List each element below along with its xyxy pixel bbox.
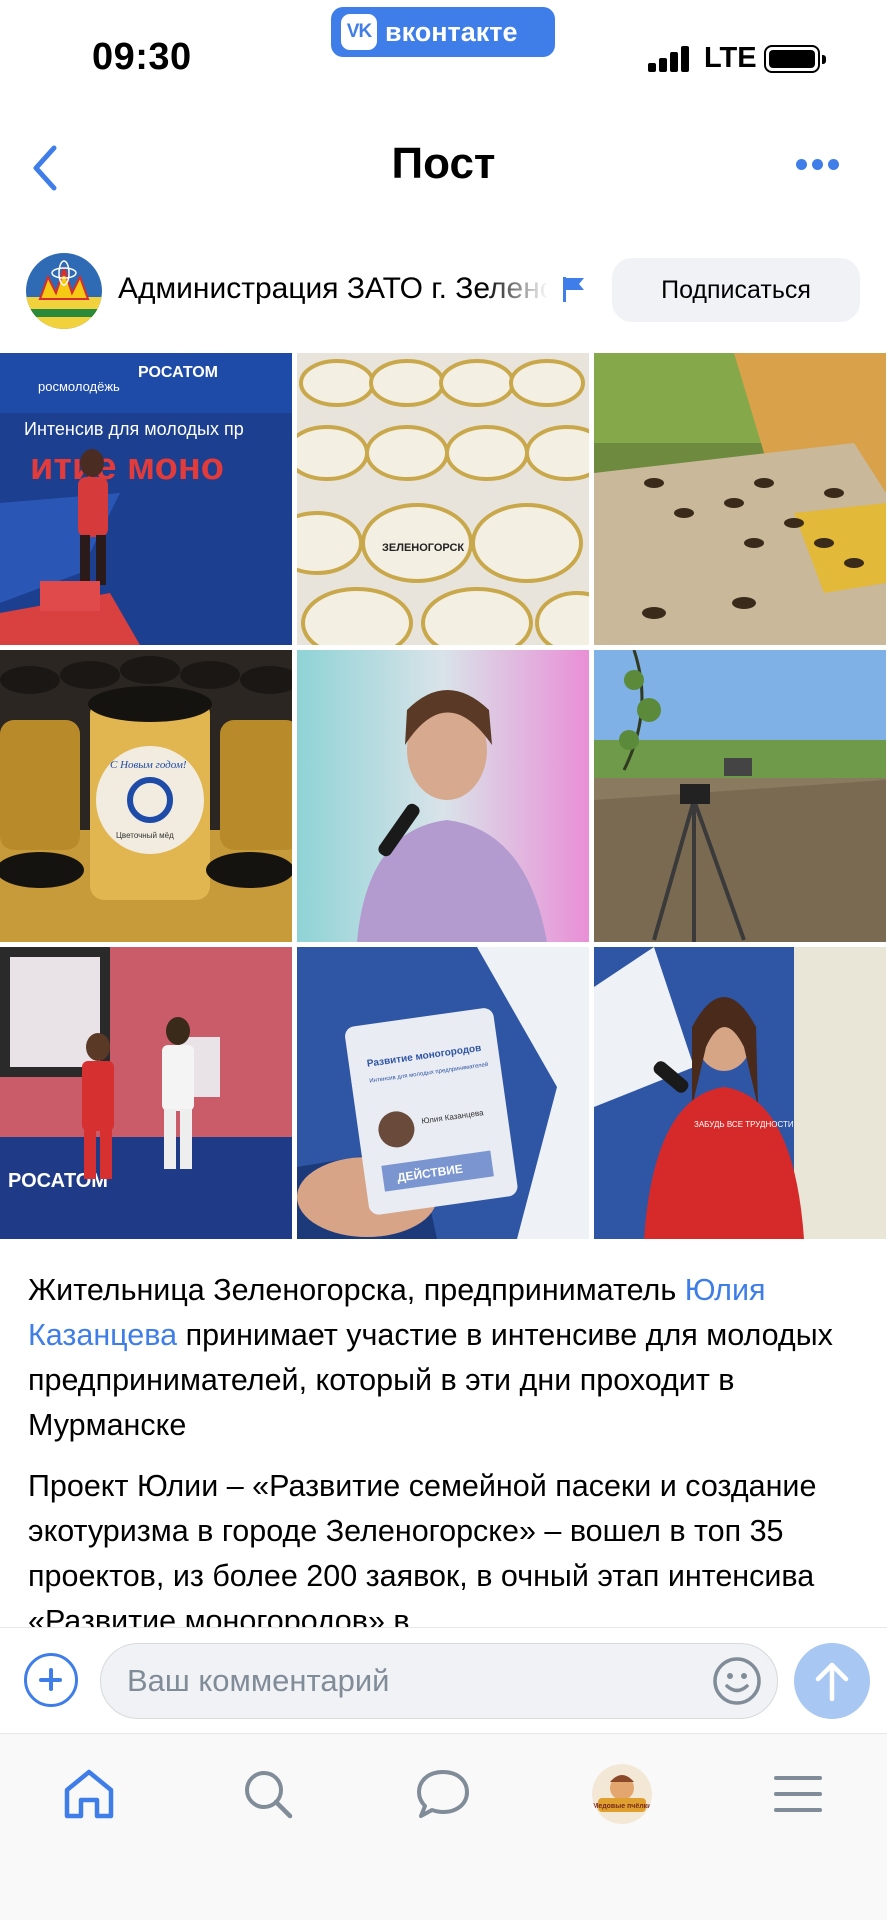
tab-bar: Медовые пчёлки: [0, 1733, 887, 1920]
photo-3[interactable]: [594, 353, 886, 645]
status-time: 09:30: [92, 36, 192, 78]
page-title: Пост: [391, 139, 496, 188]
home-icon[interactable]: [59, 1764, 119, 1824]
status-bar: 09:30 VK вконтакте LTE: [0, 0, 887, 110]
network-type: LTE: [704, 42, 757, 74]
honey-greeting: С Новым годом!: [110, 759, 187, 771]
post-text: Жительница Зеленогорска, предприниматель…: [28, 1268, 863, 1628]
banner-big-text: итие моно: [30, 446, 224, 488]
nav-bar: Пост: [0, 115, 887, 215]
photo-1[interactable]: росмолодёжь РОСАТОМ Интенсив для молодых…: [0, 353, 292, 645]
menu-icon[interactable]: [768, 1764, 828, 1824]
photo-grid: росмолодёжь РОСАТОМ Интенсив для молодых…: [0, 353, 887, 1240]
shirt-text: ЗАБУДЬ ВСЕ ТРУДНОСТИ: [694, 1120, 794, 1129]
jar-label: ЗЕЛЕНОГОРСК: [382, 542, 464, 554]
rosatom-logo: РОСАТОМ: [138, 364, 218, 381]
author-name[interactable]: Администрация ЗАТО г. Зеленогорск: [118, 272, 548, 306]
arrow-up-icon: [815, 1662, 849, 1702]
vk-badge[interactable]: VK вконтакте: [331, 7, 555, 57]
flag-icon: [563, 277, 584, 302]
signal-icon: [648, 46, 690, 72]
vk-logo-icon: VK: [341, 14, 377, 50]
photo-2[interactable]: ЗЕЛЕНОГОРСК: [297, 353, 589, 645]
post-paragraph-2: Проект Юлии – «Развитие семейной пасеки …: [28, 1469, 817, 1628]
emoji-icon[interactable]: [711, 1655, 763, 1707]
post-author-row: Администрация ЗАТО г. Зеленогорск Подпис…: [0, 245, 887, 337]
photo-4[interactable]: С Новым годом! Цветочный мёд: [0, 650, 292, 942]
more-horizontal-icon[interactable]: [796, 159, 840, 171]
profile-label: Медовые пчёлки: [592, 1803, 651, 1810]
attach-plus-icon[interactable]: [24, 1653, 78, 1707]
photo-8[interactable]: Развитие моногородов Интенсив для молоды…: [297, 947, 589, 1239]
photo-7[interactable]: РОСАТОМ: [0, 947, 292, 1239]
photo-9[interactable]: ЗАБУДЬ ВСЕ ТРУДНОСТИ: [594, 947, 886, 1239]
comment-input[interactable]: [100, 1643, 778, 1719]
post-paragraph-1: Жительница Зеленогорска, предприниматель…: [28, 1273, 833, 1442]
subscribe-button[interactable]: Подписаться: [612, 258, 860, 322]
author-avatar[interactable]: [26, 253, 102, 329]
comment-bar: [0, 1627, 887, 1731]
profile-avatar[interactable]: Медовые пчёлки: [592, 1764, 652, 1824]
vk-badge-label: вконтакте: [385, 16, 518, 47]
search-icon[interactable]: [238, 1764, 298, 1824]
honey-label: Цветочный мёд: [116, 831, 174, 840]
banner-text: Интенсив для молодых пр: [24, 419, 244, 439]
battery-icon: [764, 45, 826, 73]
photo-6[interactable]: [594, 650, 886, 942]
photo-5[interactable]: [297, 650, 589, 942]
rosmolodezh-logo: росмолодёжь: [38, 379, 120, 394]
send-button[interactable]: [794, 1643, 870, 1719]
messages-icon[interactable]: [413, 1764, 473, 1824]
